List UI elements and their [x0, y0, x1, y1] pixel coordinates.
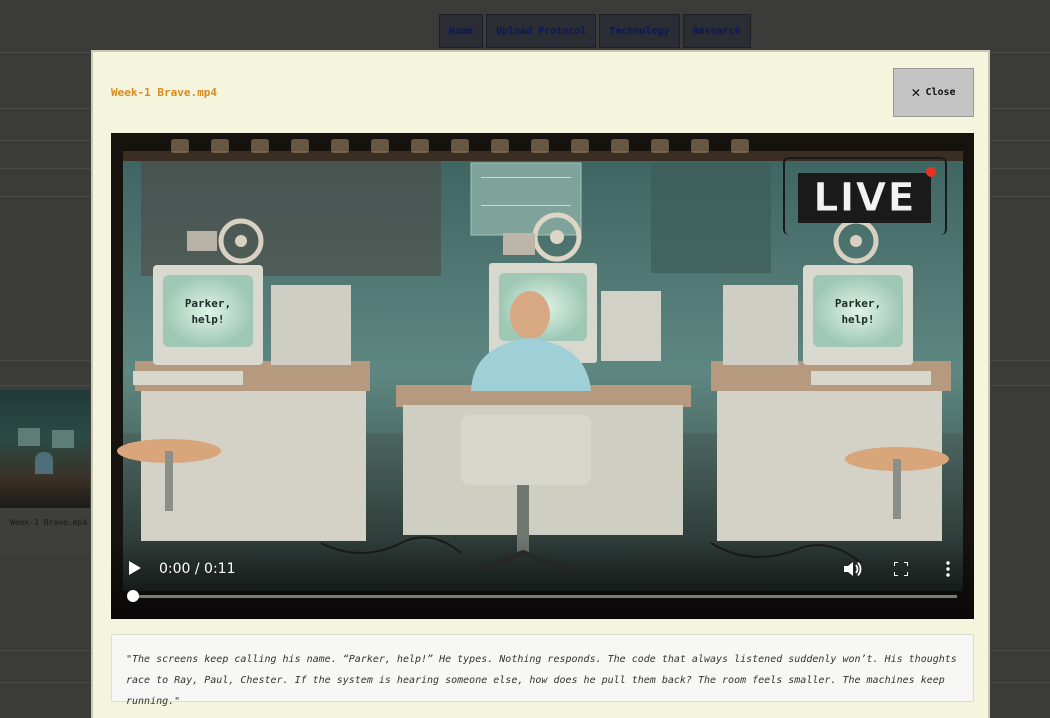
nav-research[interactable]: Research: [682, 14, 751, 48]
top-navigation: Home Upload Protocol Technology Research: [439, 14, 751, 48]
video-caption: "The screens keep calling his name. “Par…: [111, 634, 974, 707]
nav-technology[interactable]: Technology: [599, 14, 680, 48]
nav-upload-protocol[interactable]: Upload Protocol: [486, 14, 597, 48]
video-player[interactable]: Parker, help! Parker, help! LIVE 0:00 / 0:…: [111, 133, 974, 619]
controls-overlay: [111, 539, 974, 619]
more-options-icon[interactable]: [945, 561, 951, 577]
nav-home[interactable]: Home: [439, 14, 484, 48]
time-display: 0:00 / 0:11: [159, 561, 236, 577]
progress-handle[interactable]: [127, 590, 139, 602]
live-indicator-dot: [926, 167, 936, 177]
volume-icon[interactable]: [844, 561, 862, 577]
video-card-label: Week-1 Brave.mp4: [10, 518, 88, 527]
close-button[interactable]: ✕ Close: [893, 68, 974, 117]
live-badge: LIVE: [798, 173, 931, 223]
fullscreen-icon[interactable]: [894, 562, 908, 576]
video-thumbnail: [0, 390, 90, 508]
modal-title: Week-1 Brave.mp4: [111, 86, 217, 99]
gallery-video-card[interactable]: Week-1 Brave.mp4: [0, 390, 92, 556]
progress-bar[interactable]: [133, 595, 957, 598]
close-label: Close: [925, 87, 956, 98]
close-icon: ✕: [911, 83, 921, 101]
video-modal: Week-1 Brave.mp4 ✕ Close Parker, help! P…: [91, 50, 990, 718]
play-icon[interactable]: [129, 561, 141, 575]
